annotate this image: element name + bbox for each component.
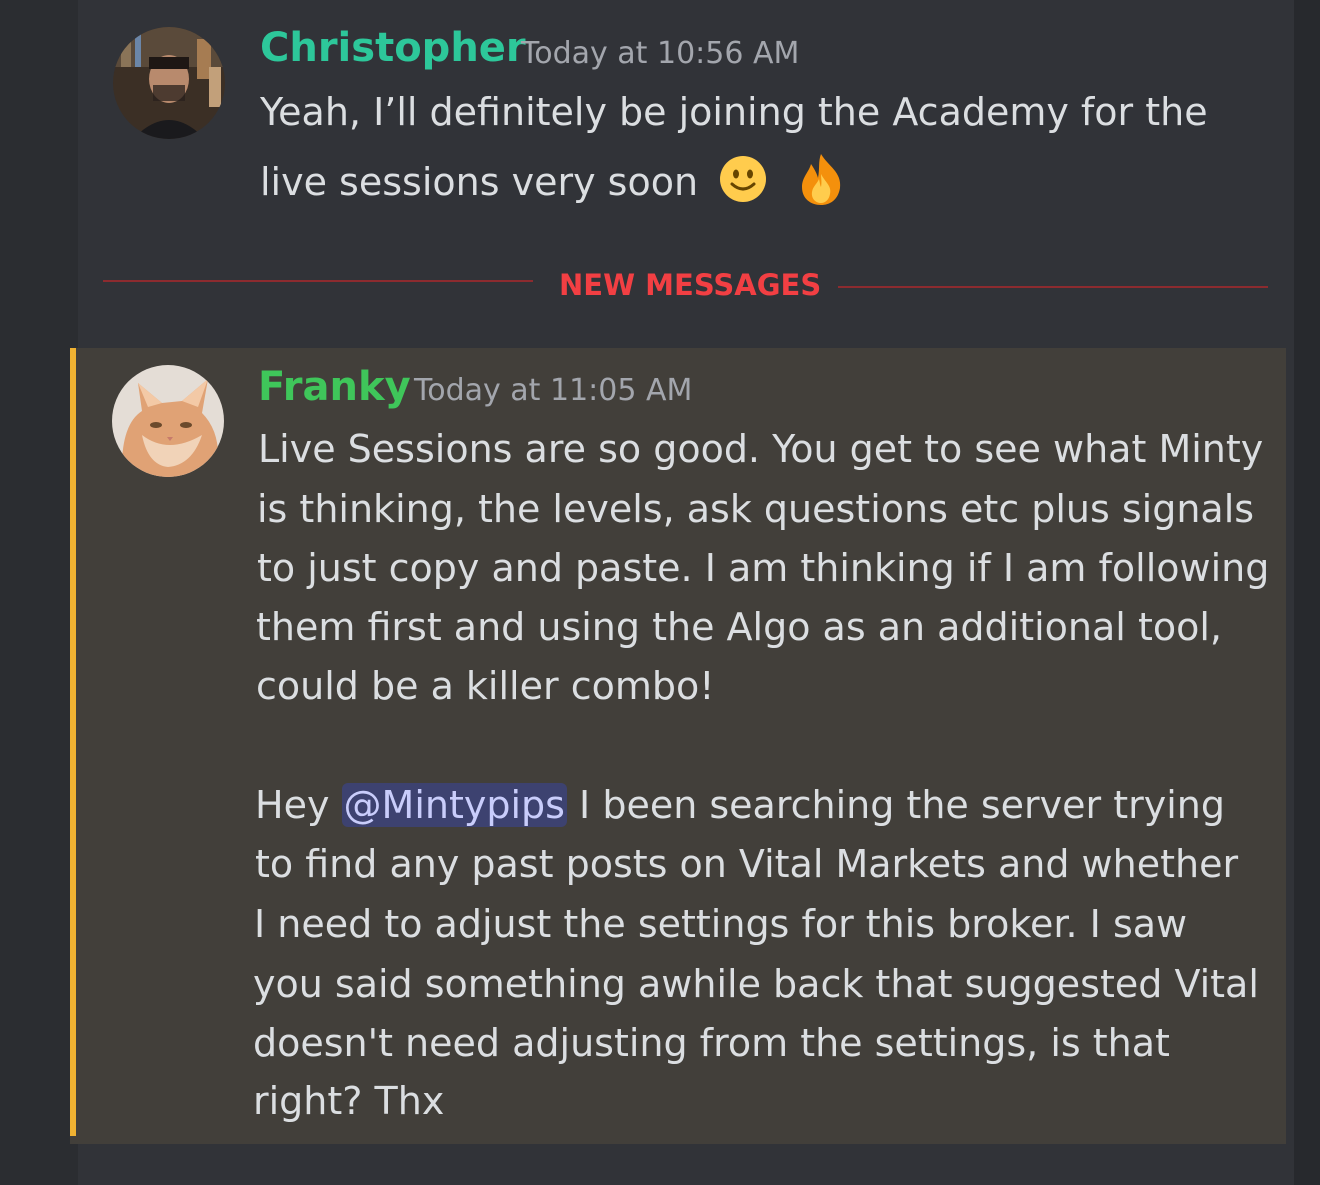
message-text-line-with-mention: Hey @Mintypips I been searching the serv…: [255, 781, 1225, 829]
message-text-line: right? Thx: [253, 1079, 445, 1123]
message-text-line: live sessions very soon: [260, 160, 699, 204]
message-text-line: to find any past posts on Vital Markets …: [255, 842, 1239, 886]
message-text-line: could be a killer combo!: [256, 664, 715, 708]
message-text-line: Live Sessions are so good. You get to se…: [258, 427, 1264, 471]
slightly-smiling-face-icon[interactable]: [718, 154, 768, 215]
message-text-line: you said something awhile back that sugg…: [253, 962, 1259, 1006]
message-text-line: them first and using the Algo as an addi…: [256, 605, 1222, 649]
franky-avatar-image: [112, 365, 224, 477]
scrollbar-track[interactable]: [1294, 0, 1320, 1185]
left-gutter: [0, 0, 78, 1185]
message-text-line: I need to adjust the settings for this b…: [254, 902, 1188, 946]
mention-highlight-bar: [70, 348, 76, 1136]
new-messages-divider-line-right: [838, 286, 1268, 288]
avatar[interactable]: [112, 365, 224, 477]
message-text-line: to just copy and paste. I am thinking if…: [257, 546, 1270, 590]
user-mention[interactable]: @Mintypips: [341, 783, 567, 827]
message-text-line: is thinking, the levels, ask questions e…: [257, 487, 1255, 531]
avatar[interactable]: [113, 27, 225, 139]
new-messages-divider-label: NEW MESSAGES: [559, 268, 822, 302]
mention-suffix: I been searching the server trying: [566, 783, 1226, 827]
message-text-line: Yeah, I’ll definitely be joining the Aca…: [260, 90, 1208, 134]
message-timestamp[interactable]: Today at 11:05 AM: [414, 371, 692, 411]
mention-prefix: Hey: [255, 783, 342, 827]
fire-icon[interactable]: [798, 152, 844, 217]
message-text-line: doesn't need adjusting from the settings…: [253, 1021, 1170, 1065]
author-name[interactable]: Franky: [258, 363, 411, 411]
message-timestamp[interactable]: Today at 10:56 AM: [521, 34, 799, 74]
message-text-line-with-emoji: live sessions very soon: [260, 152, 844, 217]
christopher-avatar-image: [113, 27, 225, 139]
new-messages-divider-line-left: [103, 280, 533, 282]
author-name[interactable]: Christopher: [260, 24, 526, 72]
